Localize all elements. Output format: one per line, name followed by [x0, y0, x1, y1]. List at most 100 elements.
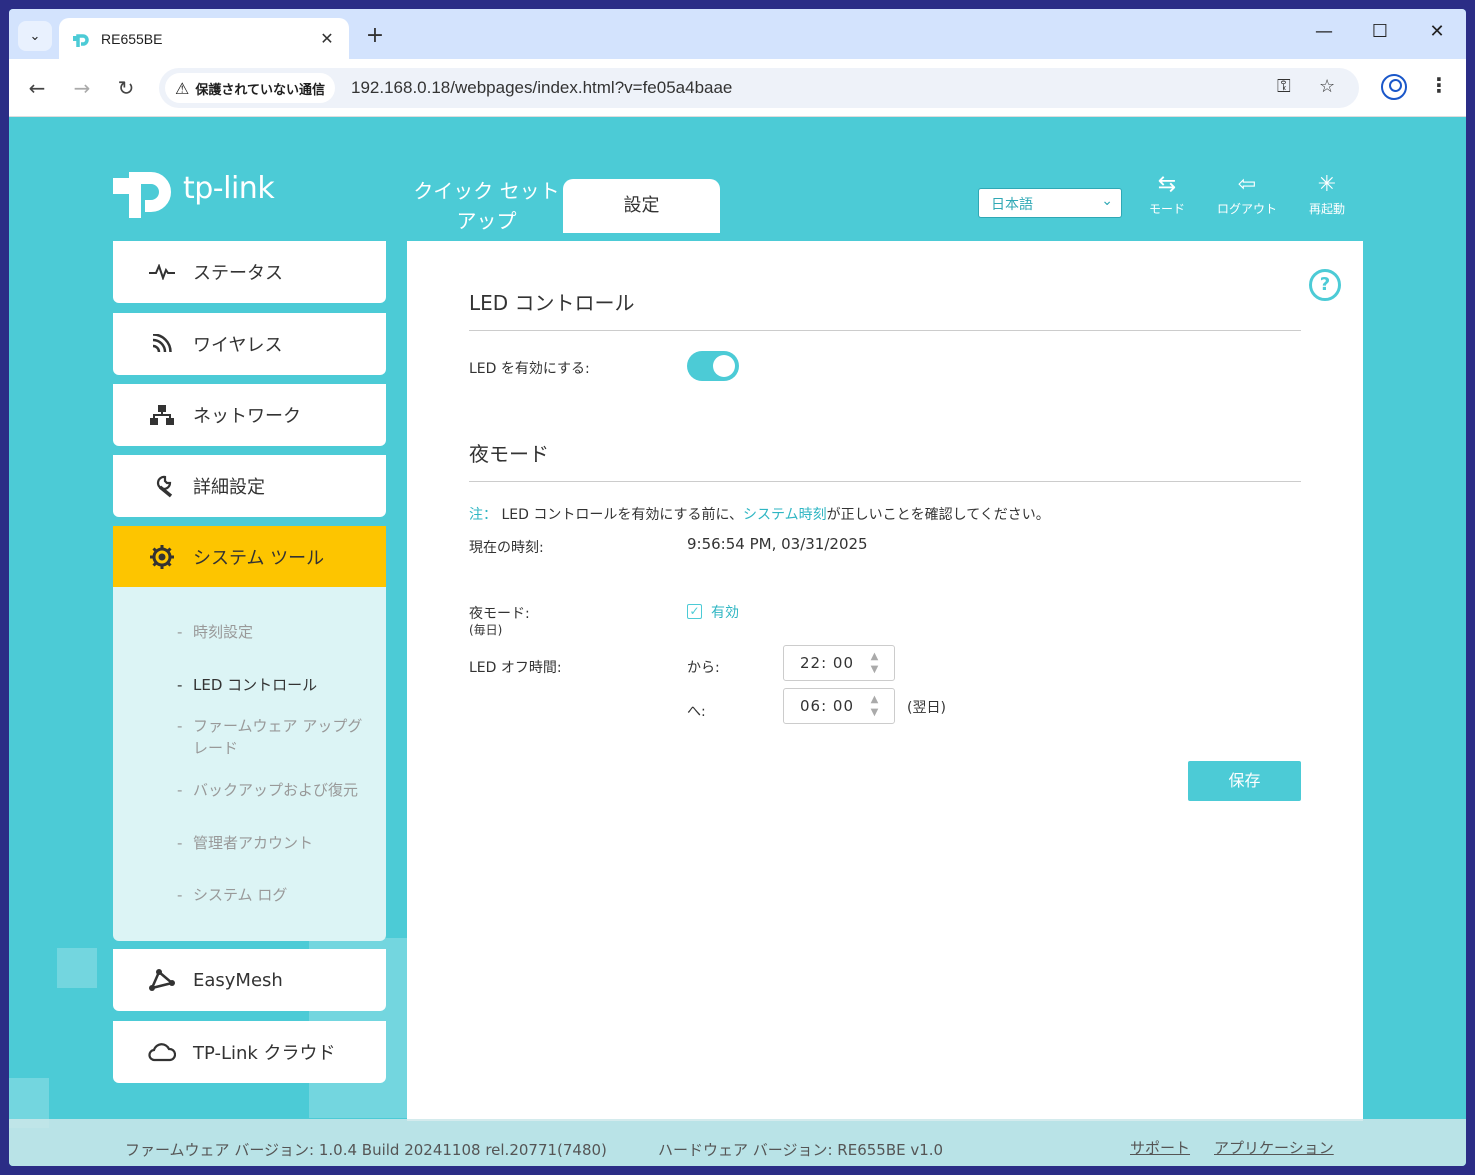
reboot-label: 再起動 — [1308, 202, 1345, 216]
submenu-item-backup-restore[interactable]: - バックアップおよび復元 — [177, 779, 377, 801]
note-text: 注： LED コントロールを有効にする前に、システム時刻が正しいことを確認してく… — [469, 504, 1050, 524]
cloud-icon — [147, 1042, 177, 1062]
tab-search-button[interactable]: ⌄ — [18, 21, 52, 51]
pulse-icon — [147, 264, 177, 280]
sidebar-item-system-tools[interactable]: システム ツール — [113, 526, 386, 588]
submenu-item-led-control[interactable]: - LED コントロール — [177, 674, 377, 696]
note-before: LED コントロールを有効にする前に、 — [497, 507, 744, 523]
sidebar-item-label: TP-Link クラウド — [193, 1043, 336, 1064]
new-tab-button[interactable]: + — [363, 23, 387, 48]
submenu-item-time-settings[interactable]: - 時刻設定 — [177, 621, 377, 643]
logout-button[interactable]: ⇦ ログアウト — [1207, 170, 1287, 217]
browser-toolbar: ← → ↻ ⚠ 保護されていない通信 192.168.0.18/webpages… — [9, 59, 1466, 117]
url-text[interactable]: 192.168.0.18/webpages/index.html?v=fe05a… — [351, 78, 732, 98]
sidebar-item-label: EasyMesh — [193, 969, 283, 991]
sidebar-item-easymesh[interactable]: EasyMesh — [113, 949, 386, 1011]
submenu-item-firmware-upgrade[interactable]: - ファームウェア アップグレード — [177, 715, 367, 759]
browser-tab[interactable]: RE655BE ✕ — [59, 18, 349, 59]
mesh-icon — [147, 969, 177, 991]
network-icon — [147, 405, 177, 425]
logo-text: tp-link — [183, 170, 275, 206]
system-tools-submenu: - 時刻設定 - LED コントロール - ファームウェア アップグレード - バックア… — [113, 587, 386, 941]
support-link[interactable]: サポート — [1130, 1137, 1190, 1158]
note-prefix: 注： — [469, 507, 497, 523]
content-panel: ? LED コントロール LED を有効にする: 夜モード 注： LED コント… — [407, 241, 1363, 1121]
logout-label: ログアウト — [1216, 202, 1277, 216]
forward-icon[interactable]: → — [69, 76, 95, 100]
wireless-icon — [147, 334, 177, 354]
save-button[interactable]: 保存 — [1188, 761, 1301, 801]
close-window-icon[interactable]: ✕ — [1422, 21, 1452, 42]
sidebar-item-label: 詳細設定 — [193, 477, 265, 498]
sidebar-item-label: ネットワーク — [193, 406, 301, 427]
current-time-label: 現在の時刻: — [469, 540, 544, 556]
warning-icon: ⚠ — [175, 78, 190, 98]
swap-icon: ⇆ — [1157, 172, 1177, 197]
chevron-down-icon: ⌄ — [1101, 193, 1113, 209]
tp-link-logo: tp-link — [113, 156, 275, 220]
mode-label: モード — [1148, 202, 1185, 216]
note-after: が正しいことを確認してください。 — [826, 507, 1050, 523]
language-select[interactable]: 日本語 ⌄ — [978, 188, 1122, 218]
back-icon[interactable]: ← — [24, 76, 50, 100]
kebab-menu-icon[interactable]: ⋮ — [1429, 73, 1449, 97]
security-label: 保護されていない通信 — [195, 82, 325, 98]
footer: ファームウェア バージョン: 1.0.4 Build 20241108 rel.… — [9, 1119, 1466, 1166]
from-time-input[interactable]: 22: 00 ▲ ▼ — [783, 645, 895, 681]
address-bar[interactable]: ⚠ 保護されていない通信 192.168.0.18/webpages/index… — [159, 68, 1359, 108]
led-section-title: LED コントロール — [469, 287, 1301, 331]
firmware-version: ファームウェア バージョン: 1.0.4 Build 20241108 rel.… — [125, 1141, 607, 1159]
minimize-icon[interactable]: — — [1309, 21, 1339, 42]
background-decoration — [57, 948, 97, 988]
tab-strip: ⌄ RE655BE ✕ + — ☐ ✕ — [9, 9, 1466, 59]
sidebar-item-status[interactable]: ステータス — [113, 241, 386, 303]
night-mode-checkbox[interactable]: ✓ — [687, 604, 702, 619]
to-time-value: 06: 00 — [800, 697, 854, 715]
maximize-icon[interactable]: ☐ — [1365, 21, 1395, 42]
sidebar-item-label: システム ツール — [193, 548, 325, 569]
next-day-label: (翌日) — [907, 700, 946, 716]
to-label: へ: — [687, 704, 706, 720]
sidebar-item-label: ステータス — [193, 263, 283, 284]
logout-icon: ⇦ — [1237, 172, 1257, 197]
reload-icon[interactable]: ↻ — [113, 76, 139, 100]
night-section-title: 夜モード — [469, 438, 1301, 482]
tab-quick-setup[interactable]: クイック セットアップ — [409, 176, 564, 236]
submenu-item-admin-account[interactable]: - 管理者アカウント — [177, 832, 377, 854]
led-toggle[interactable] — [687, 351, 739, 381]
close-icon[interactable]: ✕ — [317, 29, 337, 48]
star-icon[interactable]: ☆ — [1319, 76, 1335, 97]
night-mode-label: 夜モード: (毎日) — [469, 606, 530, 637]
sidebar-item-network[interactable]: ネットワーク — [113, 384, 386, 446]
current-time-value: 9:56:54 PM, 03/31/2025 — [687, 535, 868, 553]
reboot-button[interactable]: ✳ 再起動 — [1287, 170, 1367, 217]
spinner-arrows-icon[interactable]: ▲ ▼ — [868, 693, 882, 719]
spinner-arrows-icon[interactable]: ▲ ▼ — [868, 650, 882, 676]
browser-window: ⌄ RE655BE ✕ + — ☐ ✕ ← → ↻ ⚠ 保護されていない通信 1… — [9, 9, 1466, 1166]
mode-button[interactable]: ⇆ モード — [1127, 170, 1207, 217]
chevron-down-icon: ⌄ — [29, 28, 41, 44]
gear-icon — [147, 544, 177, 570]
tp-link-logo-icon — [113, 172, 171, 218]
app-link[interactable]: アプリケーション — [1214, 1137, 1334, 1158]
sidebar-item-advanced[interactable]: 詳細設定 — [113, 455, 386, 517]
tab-title: RE655BE — [101, 30, 163, 47]
sidebar-item-label: ワイヤレス — [193, 335, 283, 356]
sidebar-item-wireless[interactable]: ワイヤレス — [113, 313, 386, 375]
submenu-item-system-log[interactable]: - システム ログ — [177, 884, 377, 906]
key-icon[interactable]: ⚿ — [1277, 76, 1291, 97]
from-label: から: — [687, 660, 720, 676]
system-time-link[interactable]: システム時刻 — [743, 507, 827, 523]
tp-link-favicon-icon — [73, 33, 89, 47]
to-time-input[interactable]: 06: 00 ▲ ▼ — [783, 688, 895, 724]
security-chip[interactable]: ⚠ 保護されていない通信 — [165, 73, 335, 103]
sidebar-item-tplink-cloud[interactable]: TP-Link クラウド — [113, 1021, 386, 1083]
spinner-icon: ✳ — [1317, 172, 1337, 197]
tab-settings[interactable]: 設定 — [563, 179, 720, 233]
profile-icon[interactable] — [1381, 74, 1407, 100]
hardware-version: ハードウェア バージョン: RE655BE v1.0 — [658, 1141, 944, 1159]
night-mode-check-label[interactable]: 有効 — [711, 602, 739, 622]
led-enable-label: LED を有効にする: — [469, 361, 590, 377]
night-mode-sub: (毎日) — [469, 623, 503, 637]
help-icon[interactable]: ? — [1309, 269, 1341, 301]
